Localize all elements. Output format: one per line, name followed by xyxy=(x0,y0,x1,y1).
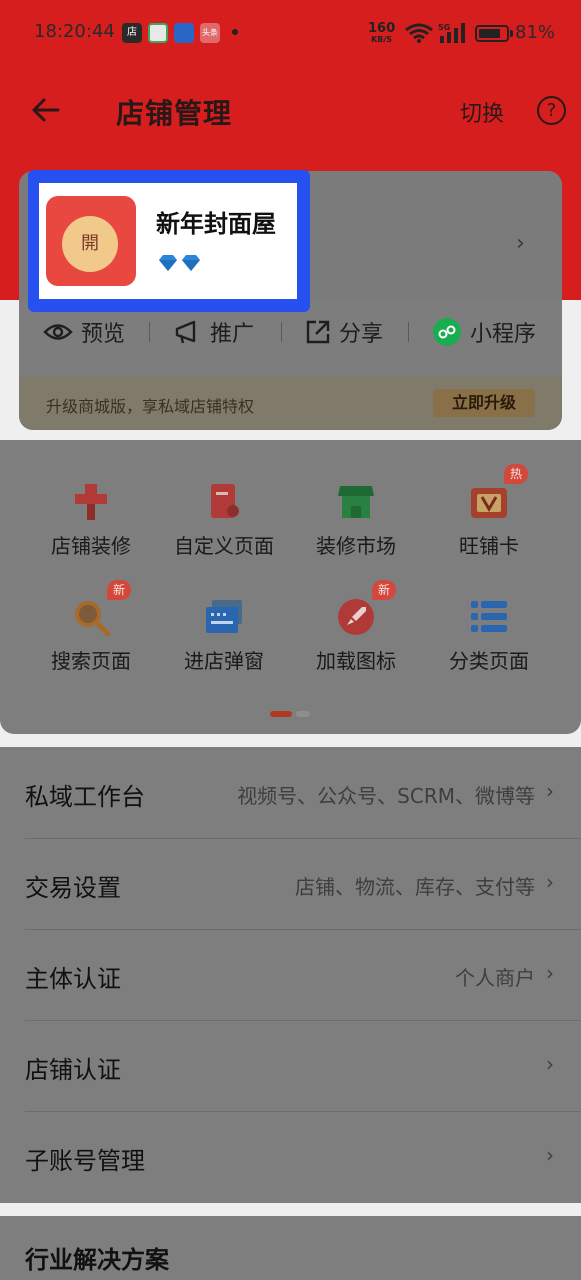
share-button[interactable]: 分享 xyxy=(305,308,383,356)
grid-label: 加载图标 xyxy=(316,649,396,673)
status-bar: 18:20:44 店 头条 160 KB/S 5G 81% xyxy=(0,0,581,66)
refresh-app-icon xyxy=(148,23,168,43)
grid-label: 进店弹窗 xyxy=(184,649,264,673)
grid-label: 装修市场 xyxy=(316,534,396,558)
miniprogram-label: 小程序 xyxy=(470,322,537,347)
switch-button[interactable]: 切换 xyxy=(460,96,504,128)
brush-icon xyxy=(75,484,107,520)
settings-menu: 私域工作台 视频号、公众号、SCRM、微博等 › 交易设置 店铺、物流、库存、支… xyxy=(0,747,581,1203)
chevron-right-icon: › xyxy=(546,1143,554,1167)
new-badge: 新 xyxy=(372,580,397,600)
page-indicator-active xyxy=(270,711,292,717)
divider xyxy=(281,322,282,342)
bag-app-icon xyxy=(174,23,194,43)
store-logo[interactable]: 開 xyxy=(46,196,136,286)
menu-row-private-workbench[interactable]: 私域工作台 视频号、公众号、SCRM、微博等 › xyxy=(0,747,581,838)
preview-button[interactable]: 预览 xyxy=(43,308,125,356)
page-indicator-inactive xyxy=(296,711,310,717)
menu-value: 个人商户 xyxy=(455,966,535,990)
megaphone-icon xyxy=(175,320,196,344)
list-icon xyxy=(471,601,507,632)
net-speed-unit: KB/S xyxy=(371,35,393,44)
grid-label: 搜索页面 xyxy=(51,649,131,673)
grid-label: 店铺装修 xyxy=(51,534,131,558)
grid-label: 旺铺卡 xyxy=(459,534,519,558)
share-label: 分享 xyxy=(339,322,384,347)
battery-cap xyxy=(510,30,513,37)
menu-label: 子账号管理 xyxy=(25,1147,145,1175)
grid-item-search-page[interactable]: 搜索页面 xyxy=(21,597,161,677)
grid-item-entry-popup[interactable]: 进店弹窗 xyxy=(154,597,294,677)
store-logo-mark: 開 xyxy=(62,216,118,272)
battery-fill xyxy=(479,29,500,38)
menu-row-trade-settings[interactable]: 交易设置 店铺、物流、库存、支付等 › xyxy=(0,838,581,929)
upgrade-banner: 升级商城版，享私域店铺特权 立即升级 xyxy=(19,376,562,430)
upgrade-button[interactable]: 立即升级 xyxy=(433,389,535,417)
store-app-icon: 店 xyxy=(122,23,142,43)
menu-row-store-verification[interactable]: 店铺认证 › xyxy=(0,1020,581,1111)
grid-label: 分类页面 xyxy=(449,649,529,673)
menu-label: 私域工作台 xyxy=(25,783,145,811)
store-actions: 预览 推广 分享 小程序 xyxy=(19,308,562,356)
notification-dot xyxy=(232,29,238,35)
custom-page-icon xyxy=(211,484,239,518)
grid-item-store-card[interactable]: 旺铺卡 xyxy=(419,482,559,562)
card-icon xyxy=(471,488,507,518)
preview-label: 预览 xyxy=(81,322,126,347)
page-title: 店铺管理 xyxy=(116,97,233,130)
menu-label: 店铺认证 xyxy=(25,1056,121,1084)
section-title: 行业解决方案 xyxy=(25,1246,169,1274)
promote-button[interactable]: 推广 xyxy=(174,308,254,356)
grid-item-category-page[interactable]: 分类页面 xyxy=(419,597,559,677)
menu-row-entity-verification[interactable]: 主体认证 个人商户 › xyxy=(0,929,581,1020)
5g-signal-icon: 5G xyxy=(438,23,465,43)
store-name: 新年封面屋 xyxy=(156,210,276,238)
new-badge: 新 xyxy=(107,580,132,600)
store-level-badges xyxy=(159,255,200,271)
diamond-icon xyxy=(159,255,177,271)
menu-row-sub-accounts[interactable]: 子账号管理 › xyxy=(0,1111,581,1202)
share-icon xyxy=(306,320,330,344)
menu-value: 视频号、公众号、SCRM、微博等 xyxy=(237,784,535,808)
eye-icon xyxy=(43,324,73,340)
popup-icon xyxy=(206,600,242,633)
battery-icon xyxy=(475,25,509,42)
status-time: 18:20:44 xyxy=(34,21,115,42)
menu-value: 店铺、物流、库存、支付等 xyxy=(295,875,535,899)
rocket-icon xyxy=(338,599,374,635)
miniprogram-icon xyxy=(433,318,461,346)
svg-text:5G: 5G xyxy=(438,23,450,32)
grid-item-custom-page[interactable]: 自定义页面 xyxy=(154,482,294,562)
grid-item-decoration-market[interactable]: 装修市场 xyxy=(286,482,426,562)
store-management-page: 18:20:44 店 头条 160 KB/S 5G 81% 店铺管理 切换 ? … xyxy=(0,0,581,1280)
chevron-right-icon: › xyxy=(546,1052,554,1076)
back-arrow-icon[interactable] xyxy=(28,92,64,128)
miniprogram-button[interactable]: 小程序 xyxy=(432,308,536,356)
grid-label: 自定义页面 xyxy=(174,534,274,558)
divider xyxy=(149,322,150,342)
market-icon xyxy=(338,486,374,518)
net-speed-value: 160 xyxy=(368,21,396,36)
divider xyxy=(408,322,409,342)
help-icon[interactable]: ? xyxy=(537,96,566,125)
grid-item-store-decoration[interactable]: 店铺装修 xyxy=(21,482,161,562)
promote-label: 推广 xyxy=(210,322,255,347)
tools-grid: 店铺装修 自定义页面 装修市场 旺铺卡 热 搜索页面 新 进店弹窗 加载图标 新… xyxy=(0,440,581,734)
grid-item-loading-icon[interactable]: 加载图标 xyxy=(286,597,426,677)
diamond-icon xyxy=(182,255,200,271)
menu-label: 主体认证 xyxy=(25,965,121,993)
chevron-right-icon: › xyxy=(546,779,554,803)
upgrade-text: 升级商城版，享私域店铺特权 xyxy=(46,397,255,416)
menu-label: 交易设置 xyxy=(25,874,121,902)
wifi-icon xyxy=(405,23,433,43)
net-speed: 160 KB/S xyxy=(368,22,395,44)
chevron-right-icon: › xyxy=(546,870,554,894)
hot-badge: 热 xyxy=(504,464,529,484)
store-card-chevron-icon[interactable]: › xyxy=(516,231,525,256)
toutiao-app-icon: 头条 xyxy=(200,23,220,43)
search-icon xyxy=(75,601,111,637)
chevron-right-icon: › xyxy=(546,961,554,985)
battery-percent: 81% xyxy=(515,22,556,43)
